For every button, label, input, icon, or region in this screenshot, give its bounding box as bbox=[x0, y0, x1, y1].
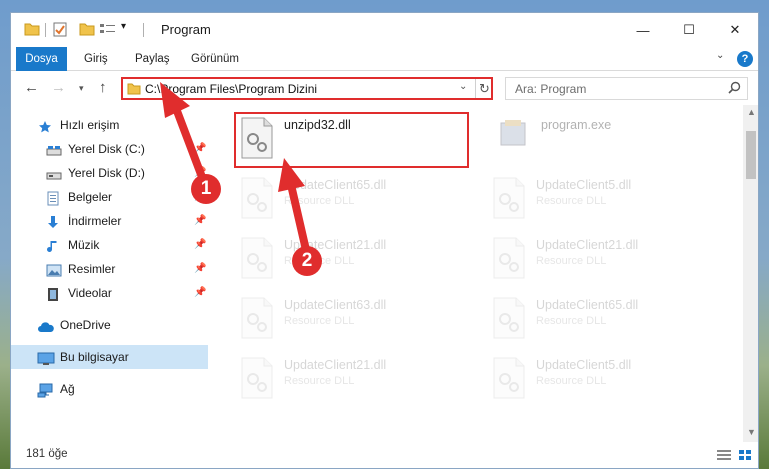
callout-badge-1: 1 bbox=[191, 174, 221, 204]
arrow-head bbox=[160, 82, 190, 118]
arrow-head bbox=[278, 158, 305, 192]
annotation-arrows bbox=[160, 82, 310, 254]
callout-badge-2: 2 bbox=[292, 246, 322, 276]
